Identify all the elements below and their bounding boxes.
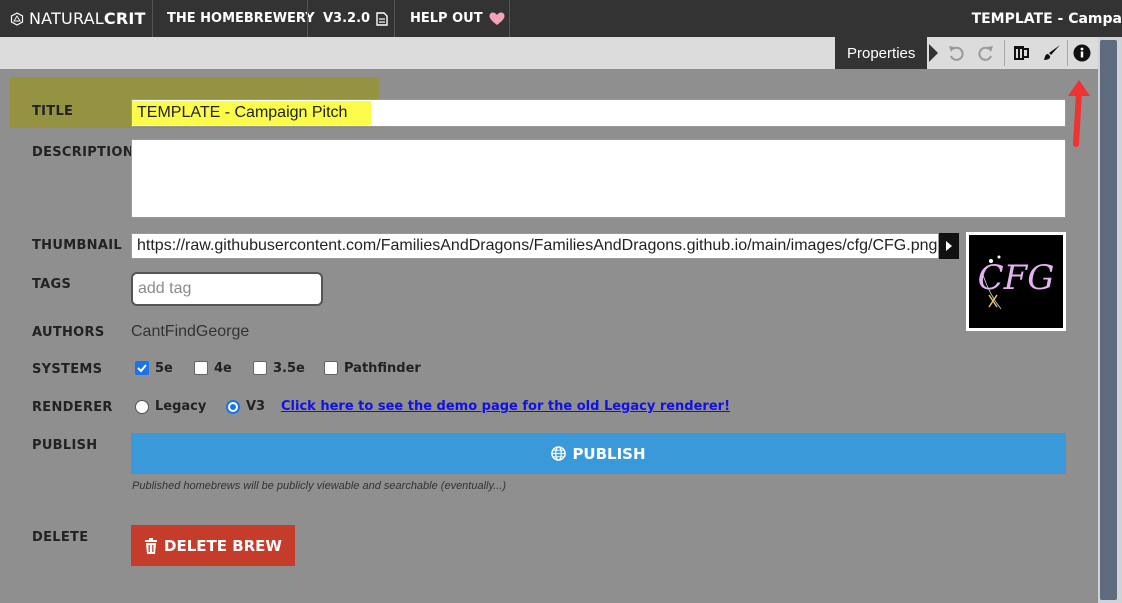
nav-divider bbox=[394, 0, 395, 37]
systems-label: SYSTEMS bbox=[32, 362, 103, 377]
renderer-v3-radio[interactable] bbox=[226, 400, 240, 414]
style-editor-button[interactable] bbox=[1039, 40, 1065, 66]
redo-icon bbox=[978, 46, 993, 61]
tags-label: TAGS bbox=[32, 277, 72, 292]
scrollbar-thumb[interactable] bbox=[1100, 40, 1117, 600]
caret-right-icon bbox=[946, 241, 952, 251]
thumbnail-image-text: CFG bbox=[978, 258, 1055, 298]
publish-label: PUBLISH bbox=[32, 438, 98, 453]
logo-natural-text: NATURAL bbox=[29, 9, 104, 28]
beer-mug-icon bbox=[1014, 46, 1029, 60]
homebrewery-link[interactable]: THE HOMEBREWERY bbox=[167, 0, 315, 37]
toolbar-divider bbox=[1004, 40, 1005, 66]
help-out-text: HELP OUT bbox=[410, 11, 483, 26]
thumbnail-url: https://raw.githubusercontent.com/Famili… bbox=[137, 237, 938, 254]
naturalcrit-logo[interactable]: NATURAL CRIT bbox=[10, 0, 146, 37]
description-label: DESCRIPTION bbox=[32, 145, 134, 160]
checkmark-icon bbox=[137, 364, 147, 373]
tags-input[interactable]: add tag bbox=[131, 272, 323, 306]
system-3-5e-checkbox[interactable] bbox=[253, 361, 267, 375]
properties-button[interactable] bbox=[1069, 40, 1095, 66]
publish-note: Published homebrews will be publicly vie… bbox=[132, 480, 506, 492]
system-5e-label[interactable]: 5e bbox=[155, 361, 173, 376]
legacy-demo-link[interactable]: Click here to see the demo page for the … bbox=[281, 399, 730, 414]
globe-icon bbox=[551, 446, 567, 461]
brew-snippets-button[interactable] bbox=[1008, 40, 1034, 66]
tooltip-arrow bbox=[929, 44, 938, 62]
authors-value: CantFindGeorge bbox=[131, 323, 250, 340]
title-value: TEMPLATE - Campaign Pitch bbox=[132, 101, 372, 125]
thumbnail-preview-toggle[interactable] bbox=[939, 233, 959, 259]
system-4e-label[interactable]: 4e bbox=[214, 361, 232, 376]
properties-tooltip: Properties bbox=[835, 37, 928, 69]
system-3-5e-label[interactable]: 3.5e bbox=[273, 361, 305, 376]
logo-crit-text: CRIT bbox=[103, 9, 146, 28]
redo-button[interactable] bbox=[973, 40, 999, 66]
publish-button-label: PUBLISH bbox=[572, 444, 646, 463]
thumbnail-input[interactable]: https://raw.githubusercontent.com/Famili… bbox=[131, 233, 939, 259]
naturalcrit-hex-icon bbox=[10, 11, 24, 26]
renderer-v3-label[interactable]: V3 bbox=[246, 399, 265, 414]
system-pathfinder-label[interactable]: Pathfinder bbox=[344, 361, 421, 376]
document-icon bbox=[376, 11, 388, 26]
title-label: TITLE bbox=[32, 104, 74, 119]
annotation-arrow-up bbox=[1068, 80, 1090, 147]
nav-divider bbox=[509, 0, 510, 37]
trash-icon bbox=[145, 537, 157, 554]
renderer-legacy-radio[interactable] bbox=[135, 400, 149, 414]
paint-brush-icon bbox=[1044, 45, 1060, 60]
info-icon bbox=[1073, 44, 1091, 62]
tags-placeholder: add tag bbox=[138, 280, 192, 297]
undo-icon bbox=[949, 46, 964, 61]
version-link[interactable]: V3.2.0 bbox=[323, 0, 388, 37]
toolbar-divider bbox=[1067, 40, 1068, 66]
description-input[interactable] bbox=[131, 139, 1066, 218]
thumbnail-image: CFG bbox=[966, 232, 1066, 331]
system-pathfinder-checkbox[interactable] bbox=[324, 361, 338, 375]
delete-button-label: DELETE BREW bbox=[164, 536, 282, 555]
heart-icon bbox=[489, 12, 505, 25]
system-5e-checkbox[interactable] bbox=[135, 361, 149, 375]
top-nav: NATURAL CRIT THE HOMEBREWERY V3.2.0 HELP … bbox=[0, 0, 1122, 37]
publish-button[interactable]: PUBLISH bbox=[131, 433, 1066, 474]
help-out-link[interactable]: HELP OUT bbox=[410, 0, 505, 37]
renderer-label: RENDERER bbox=[32, 400, 113, 415]
version-text: V3.2.0 bbox=[323, 11, 371, 26]
delete-label: DELETE bbox=[32, 530, 89, 545]
nav-divider bbox=[307, 0, 308, 37]
authors-label: AUTHORS bbox=[32, 325, 105, 340]
document-title: TEMPLATE - Campa bbox=[971, 10, 1122, 27]
cfg-logo-image: CFG bbox=[978, 255, 1055, 310]
thumbnail-label: THUMBNAIL bbox=[32, 238, 122, 253]
nav-divider bbox=[152, 0, 153, 37]
title-input[interactable]: TEMPLATE - Campaign Pitch bbox=[131, 99, 1066, 127]
renderer-legacy-label[interactable]: Legacy bbox=[155, 399, 206, 414]
undo-button[interactable] bbox=[943, 40, 969, 66]
delete-brew-button[interactable]: DELETE BREW bbox=[131, 525, 295, 566]
system-4e-checkbox[interactable] bbox=[194, 361, 208, 375]
